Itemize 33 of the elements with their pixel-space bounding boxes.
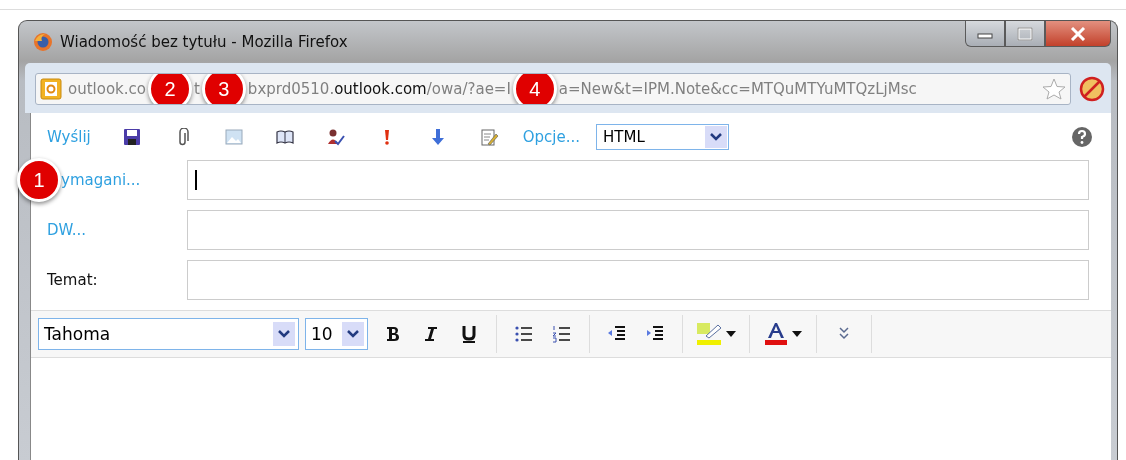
close-icon	[1070, 26, 1086, 41]
field-label: Temat:	[47, 271, 98, 289]
highlighter-icon	[696, 322, 722, 346]
format-dropdown[interactable]: HTML	[596, 124, 730, 150]
pen-document-icon[interactable]	[479, 127, 499, 147]
number-badge: 2	[147, 74, 192, 104]
window-title: Wiadomość bez tytułu - Mozilla Firefox	[60, 33, 348, 51]
number-badge: 3	[201, 74, 246, 104]
input-field[interactable]	[187, 160, 1089, 200]
input-field[interactable]	[187, 260, 1089, 300]
browser-logo-icon	[33, 32, 53, 52]
help-icon[interactable]	[1071, 126, 1093, 148]
caret-icon	[792, 331, 802, 337]
font-color-icon	[764, 322, 788, 346]
person-check-icon[interactable]	[326, 127, 346, 147]
star-icon[interactable]	[1042, 78, 1066, 100]
size-dropdown[interactable]: 10	[305, 318, 368, 350]
number-badge: 4	[512, 74, 557, 104]
maximize-icon	[1017, 26, 1033, 41]
number-badge: 1	[17, 158, 61, 202]
address-field[interactable]: outlook.co 2 t 3 bxprd0510.outlook.com/owa/?ae=I 4 a=New&t=IPM.Note&cc=MTQuMTYuMTQzLjMsc	[35, 73, 1071, 105]
close-button[interactable]	[1045, 21, 1111, 47]
numbered-list-icon	[552, 324, 572, 344]
website-icon	[40, 78, 62, 100]
font-dropdown[interactable]: Tahoma	[38, 318, 299, 350]
book-icon[interactable]	[275, 127, 295, 147]
blocked-addon-icon[interactable]	[1079, 76, 1105, 102]
caret-icon	[726, 331, 736, 337]
save-icon[interactable]	[122, 127, 142, 147]
bulleted-list-icon	[514, 324, 534, 344]
maximize-button[interactable]	[1005, 21, 1045, 47]
minimize-button[interactable]	[965, 21, 1005, 47]
input-field[interactable]	[187, 210, 1089, 250]
